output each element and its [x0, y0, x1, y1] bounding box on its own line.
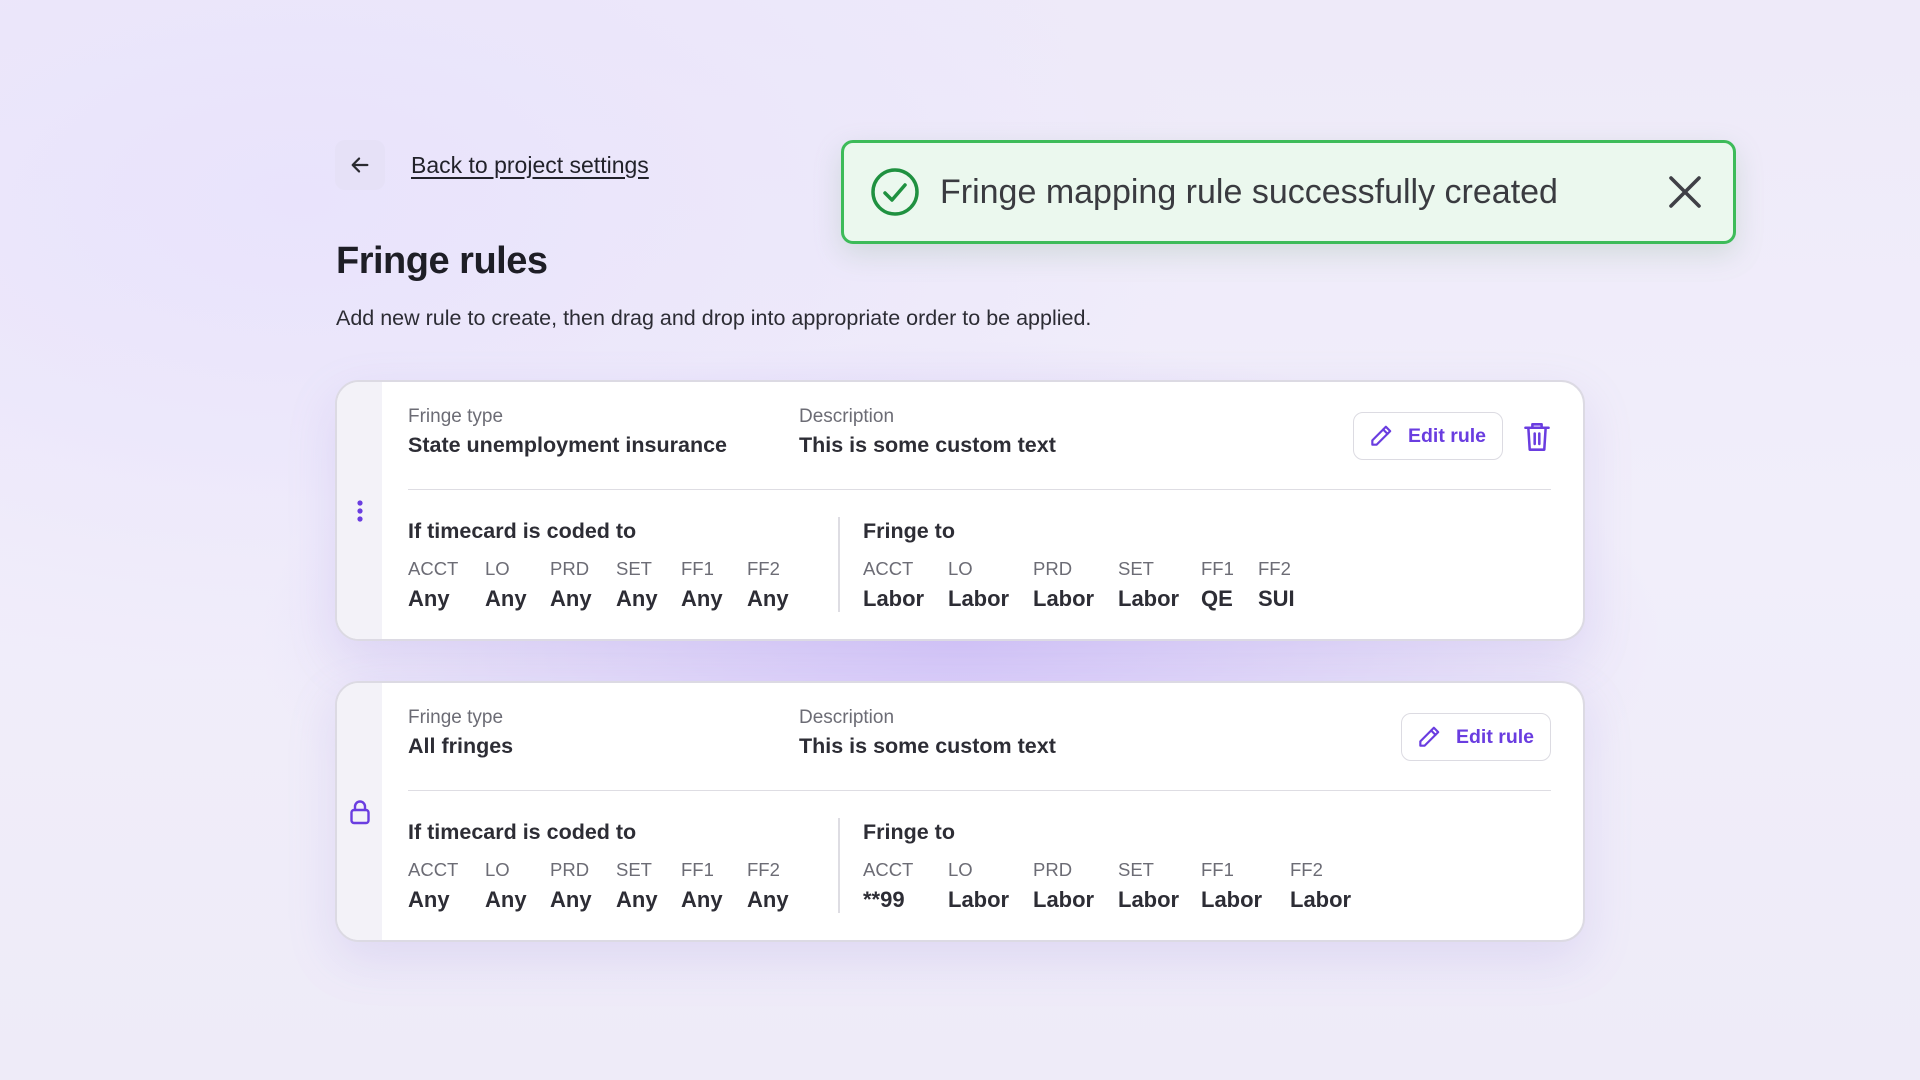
rule-card-body: Fringe type State unemployment insurance…: [382, 382, 1583, 639]
fringe-to-fields: ACCT **99 LO Labor PRD Labor SET Labor FF1 La…: [863, 859, 1360, 913]
trash-icon[interactable]: [1523, 422, 1551, 452]
description-value: This is some custom text: [799, 433, 1056, 457]
coded-to-title: If timecard is coded to: [408, 519, 637, 543]
field-acct: ACCT Any: [408, 859, 459, 912]
close-icon[interactable]: [1665, 172, 1705, 212]
drag-handle[interactable]: [337, 382, 382, 639]
back-navigation: Back to project settings: [335, 140, 649, 190]
field-ff2: FF2 Any: [747, 859, 789, 912]
fringe-type-label: Fringe type: [408, 406, 504, 427]
edit-rule-button[interactable]: Edit rule: [1400, 713, 1551, 761]
field-prd: PRD Any: [550, 558, 592, 611]
fringe-type-value: All fringes: [408, 734, 514, 758]
lock-handle: [337, 683, 382, 940]
field-ff2: FF2 Labor: [1290, 859, 1352, 912]
toast-message: Fringe mapping rule successfully created: [940, 172, 1558, 211]
field-prd: PRD Any: [550, 859, 592, 912]
back-to-settings-link[interactable]: Back to project settings: [411, 152, 649, 179]
page-title: Fringe rules: [336, 240, 548, 282]
section-divider: [838, 818, 840, 913]
edit-rule-button[interactable]: Edit rule: [1352, 412, 1503, 460]
pencil-icon: [1371, 425, 1392, 446]
field-lo: LO Labor: [948, 558, 1010, 611]
description-value: This is some custom text: [799, 734, 1056, 758]
field-set: SET Labor: [1118, 558, 1180, 611]
rule-card-body: Fringe type All fringes Description This…: [382, 683, 1583, 940]
description-label: Description: [799, 707, 895, 728]
lock-icon: [349, 799, 370, 824]
rule-header: Fringe type State unemployment insurance…: [408, 382, 1551, 490]
field-lo: LO Any: [485, 558, 527, 611]
coded-to-title: If timecard is coded to: [408, 820, 637, 844]
field-acct: ACCT **99: [863, 859, 914, 912]
field-ff2: FF2 Any: [747, 558, 789, 611]
edit-rule-label: Edit rule: [1407, 424, 1486, 447]
fringe-to-fields: ACCT Labor LO Labor PRD Labor SET Labor FF1 Q…: [863, 558, 1318, 612]
field-set: SET Any: [616, 859, 658, 912]
section-divider: [838, 517, 840, 612]
rule-card[interactable]: Fringe type All fringes Description This…: [335, 681, 1585, 942]
pencil-icon: [1419, 726, 1440, 747]
field-ff2: FF2 SUI: [1258, 558, 1295, 611]
coded-to-fields: ACCT Any LO Any PRD Any SET Any FF1 Any FF2 An…: [408, 859, 807, 913]
back-button[interactable]: [335, 140, 385, 190]
edit-rule-label: Edit rule: [1455, 725, 1534, 748]
field-set: SET Labor: [1118, 859, 1180, 912]
field-acct: ACCT Labor: [863, 558, 925, 611]
drag-handle-icon: [356, 499, 363, 522]
rule-header: Fringe type All fringes Description This…: [408, 683, 1551, 791]
field-ff1: FF1 Labor: [1201, 859, 1263, 912]
description-label: Description: [799, 406, 895, 427]
field-lo: LO Labor: [948, 859, 1010, 912]
fringe-to-title: Fringe to: [863, 820, 955, 844]
field-prd: PRD Labor: [1033, 859, 1095, 912]
field-ff1: FF1 QE: [1201, 558, 1234, 611]
success-toast: Fringe mapping rule successfully created: [841, 140, 1736, 244]
field-ff1: FF1 Any: [681, 558, 723, 611]
check-circle-icon: [871, 168, 919, 216]
fringe-type-value: State unemployment insurance: [408, 433, 727, 457]
page-subtitle: Add new rule to create, then drag and dr…: [336, 306, 1092, 330]
field-lo: LO Any: [485, 859, 527, 912]
fringe-type-label: Fringe type: [408, 707, 504, 728]
coded-to-fields: ACCT Any LO Any PRD Any SET Any FF1 Any FF2 An…: [408, 558, 807, 612]
field-set: SET Any: [616, 558, 658, 611]
field-prd: PRD Labor: [1033, 558, 1095, 611]
arrow-left-icon: [351, 157, 369, 173]
field-ff1: FF1 Any: [681, 859, 723, 912]
field-acct: ACCT Any: [408, 558, 459, 611]
fringe-to-title: Fringe to: [863, 519, 955, 543]
rule-card[interactable]: Fringe type State unemployment insurance…: [335, 380, 1585, 641]
